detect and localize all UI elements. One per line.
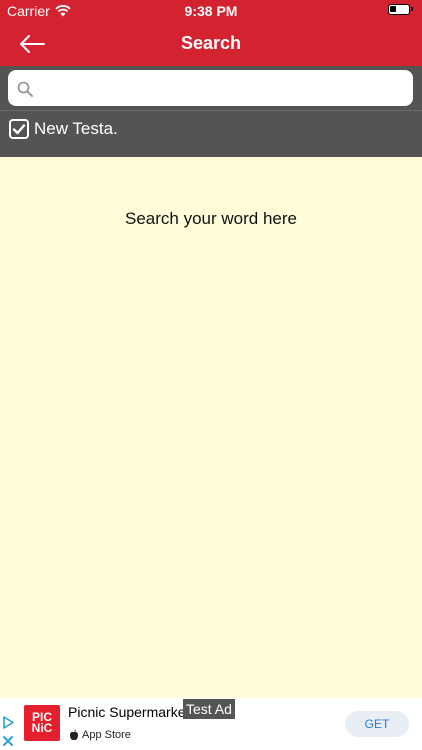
page-title: Search [180, 33, 242, 53]
new-testament-checkbox[interactable] [9, 119, 29, 139]
empty-state-message: Search your word here [125, 209, 297, 228]
results-area: Search your word here [0, 157, 422, 698]
app-logo[interactable]: PIC NiC [24, 705, 60, 741]
adchoices-icon[interactable] [2, 715, 14, 749]
search-bar [0, 66, 422, 110]
app-store-text: App Store [82, 729, 131, 741]
filter-bar: New Testa. [0, 110, 422, 157]
search-field[interactable] [8, 70, 413, 108]
get-button[interactable]: GET [345, 711, 409, 737]
test-ad-badge: Test Ad [183, 699, 235, 719]
status-bar: Carrier 9:38 PM [0, 0, 422, 22]
nav-bar: Search [0, 22, 422, 66]
ad-banner[interactable]: PIC NiC Picnic Supermarket App Store Tes… [0, 698, 422, 750]
ad-app-name[interactable]: Picnic Supermarket [68, 704, 183, 720]
search-input[interactable] [40, 70, 409, 108]
battery-icon [388, 4, 413, 15]
apple-icon [70, 729, 78, 741]
search-icon [17, 81, 33, 97]
new-testament-label[interactable]: New Testa. [34, 119, 118, 139]
clock: 9:38 PM [184, 3, 238, 19]
logo-line-2: NiC [31, 721, 53, 735]
app-store-label: App Store [69, 729, 131, 741]
